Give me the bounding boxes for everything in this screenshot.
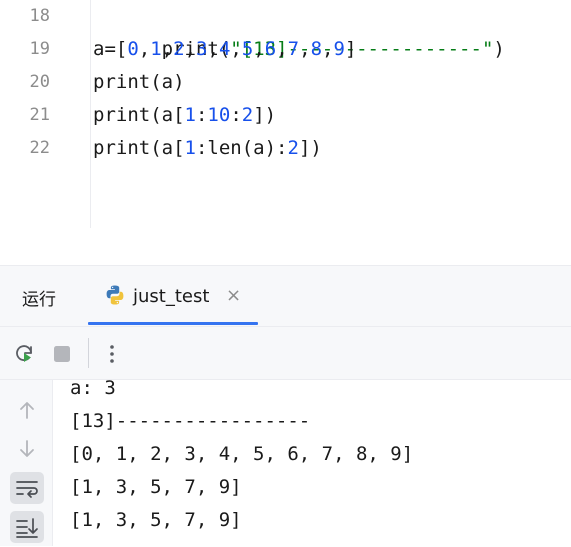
line-number: 21 — [29, 105, 50, 125]
code-token: ] — [344, 38, 357, 60]
active-tab-indicator — [88, 322, 258, 325]
code-token: 2 — [241, 104, 254, 126]
code-text: print(a[1:10:2]) — [93, 99, 276, 132]
code-token: 8 — [310, 38, 323, 60]
python-icon — [104, 284, 126, 306]
close-icon[interactable]: × — [226, 285, 241, 306]
code-line[interactable]: 21 print(a[1:10:2]) — [0, 99, 571, 132]
line-number: 18 — [29, 6, 50, 26]
code-token: print(a[ — [93, 137, 185, 159]
console-line: [1, 3, 5, 7, 9] — [70, 476, 242, 498]
run-tabbar — [0, 266, 571, 327]
code-text: a=[0,1,2,3,4,5,6,7,8,9] — [93, 33, 356, 66]
code-token: 4 — [218, 38, 231, 60]
arrow-up-icon[interactable] — [10, 394, 44, 426]
code-token: 1 — [184, 104, 196, 126]
panel-separator — [0, 228, 571, 266]
code-token: , — [276, 38, 288, 60]
code-line[interactable]: 20 print(a) — [0, 66, 571, 99]
stop-icon[interactable] — [52, 344, 72, 364]
line-number: 20 — [29, 72, 50, 92]
code-line[interactable]: 18 print("[13]-----------------") — [0, 0, 571, 60]
rerun-icon[interactable] — [12, 342, 36, 366]
line-number: 22 — [29, 138, 50, 158]
code-token: 3 — [196, 38, 208, 60]
code-token: , — [299, 38, 311, 60]
code-token: 2 — [287, 137, 299, 159]
code-token: , — [207, 38, 219, 60]
run-panel-title: 运行 — [22, 290, 56, 310]
code-token: ]) — [253, 104, 277, 126]
code-token: a=[ — [93, 38, 128, 60]
console-line: a: 3 — [70, 377, 116, 399]
console-line: [13]----------------- — [70, 410, 311, 432]
toolbar-separator — [88, 338, 89, 368]
code-token: : — [195, 104, 208, 126]
code-token: , — [161, 38, 174, 60]
code-text: print(a[1:len(a):2]) — [93, 132, 322, 165]
more-vertical-icon[interactable] — [102, 342, 122, 366]
tab-title: just_test — [133, 286, 210, 307]
code-token: , — [253, 38, 265, 60]
line-number: 19 — [29, 39, 50, 59]
code-token: 1 — [184, 137, 196, 159]
code-text: print(a) — [93, 66, 185, 99]
code-token: print(a) — [93, 71, 185, 93]
console-line: [1, 3, 5, 7, 9] — [70, 509, 242, 531]
code-token: 2 — [173, 38, 185, 60]
code-token: ]) — [298, 137, 322, 159]
code-editor[interactable]: 18 print("[13]-----------------") 19 a=[… — [0, 0, 571, 228]
code-line[interactable]: 19 a=[0,1,2,3,4,5,6,7,8,9] — [0, 33, 571, 66]
code-token: 10 — [207, 104, 231, 126]
code-token: , — [322, 38, 334, 60]
code-token: , — [138, 38, 151, 60]
code-token: 9 — [333, 38, 345, 60]
code-token: 0 — [127, 38, 139, 60]
code-token: , — [184, 38, 197, 60]
code-token: 6 — [264, 38, 277, 60]
code-token: 5 — [241, 38, 254, 60]
code-token: print(a[ — [93, 104, 185, 126]
code-token: 1 — [150, 38, 162, 60]
code-line[interactable]: 22 print(a[1:len(a):2]) — [0, 132, 571, 165]
console-line: [0, 1, 2, 3, 4, 5, 6, 7, 8, 9] — [70, 443, 414, 465]
code-token: : — [230, 104, 242, 126]
scroll-to-end-icon[interactable] — [10, 511, 44, 543]
code-token: :len(a): — [195, 137, 288, 159]
code-token: 7 — [287, 38, 300, 60]
soft-wrap-icon[interactable] — [10, 472, 44, 504]
code-token: , — [230, 38, 242, 60]
arrow-down-icon[interactable] — [10, 433, 44, 465]
